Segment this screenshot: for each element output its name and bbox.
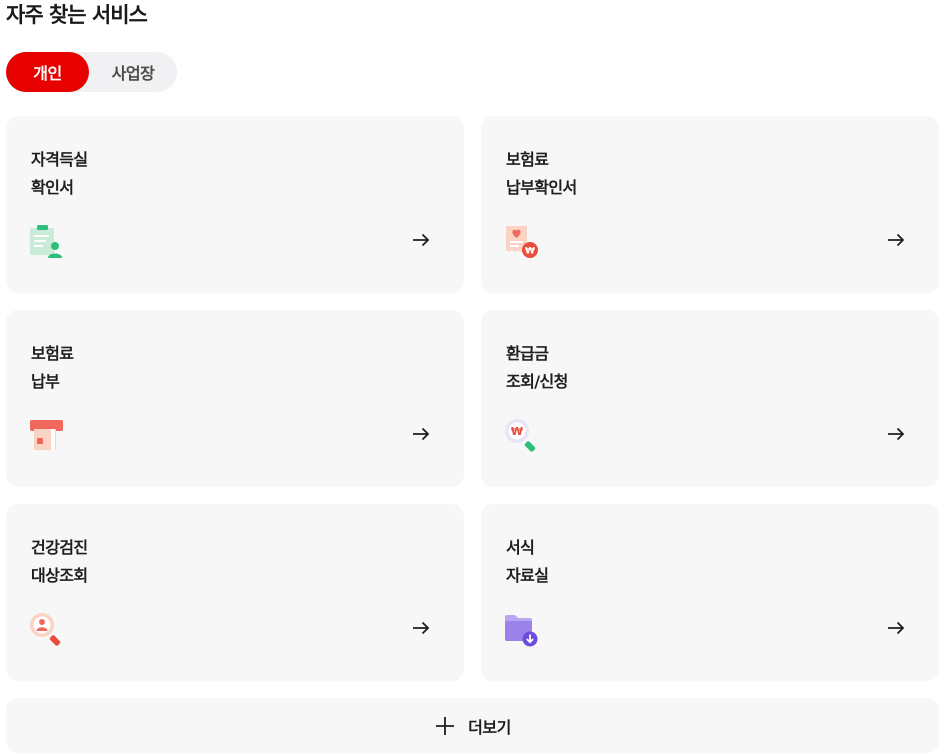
arrow-right-icon: [410, 618, 432, 638]
magnifier-won-icon: ₩: [503, 417, 539, 453]
arrow-right-icon: [410, 424, 432, 444]
tab-personal[interactable]: 개인: [6, 52, 89, 92]
certificate-person-icon: [28, 223, 64, 259]
tab-business[interactable]: 사업장: [89, 52, 177, 92]
more-button[interactable]: 더보기: [6, 698, 939, 753]
service-card-forms-library[interactable]: 서식 자료실: [481, 504, 939, 681]
arrow-right-icon: [885, 424, 907, 444]
arrow-right-icon: [885, 618, 907, 638]
service-card-premium-payment-certificate[interactable]: 보험료 납부확인서 ₩: [481, 116, 939, 293]
page-title: 자주 찾는 서비스: [6, 3, 148, 27]
magnifier-person-icon: [28, 611, 64, 647]
receipt-won-icon: ₩: [503, 223, 539, 259]
card-title: 환급금 조회/신청: [506, 344, 568, 391]
card-title: 자격득실 확인서: [31, 150, 88, 197]
service-card-premium-payment[interactable]: 보험료 납부: [6, 310, 464, 487]
arrow-right-icon: [885, 230, 907, 250]
card-title: 건강검진 대상조회: [31, 538, 88, 585]
arrow-right-icon: [410, 230, 432, 250]
plus-icon: [434, 715, 456, 737]
svg-text:₩: ₩: [511, 425, 523, 438]
user-type-toggle: 개인 사업장: [6, 52, 177, 92]
service-card-health-checkup[interactable]: 건강검진 대상조회: [6, 504, 464, 681]
card-payment-icon: [28, 417, 64, 453]
service-card-refund-inquiry[interactable]: 환급금 조회/신청 ₩: [481, 310, 939, 487]
card-title: 보험료 납부: [31, 344, 74, 391]
card-title: 서식 자료실: [506, 538, 549, 585]
svg-text:₩: ₩: [525, 247, 535, 257]
more-button-label: 더보기: [468, 717, 511, 737]
folder-download-icon: [503, 611, 539, 647]
card-title: 보험료 납부확인서: [506, 150, 577, 197]
service-card-qualification-certificate[interactable]: 자격득실 확인서: [6, 116, 464, 293]
